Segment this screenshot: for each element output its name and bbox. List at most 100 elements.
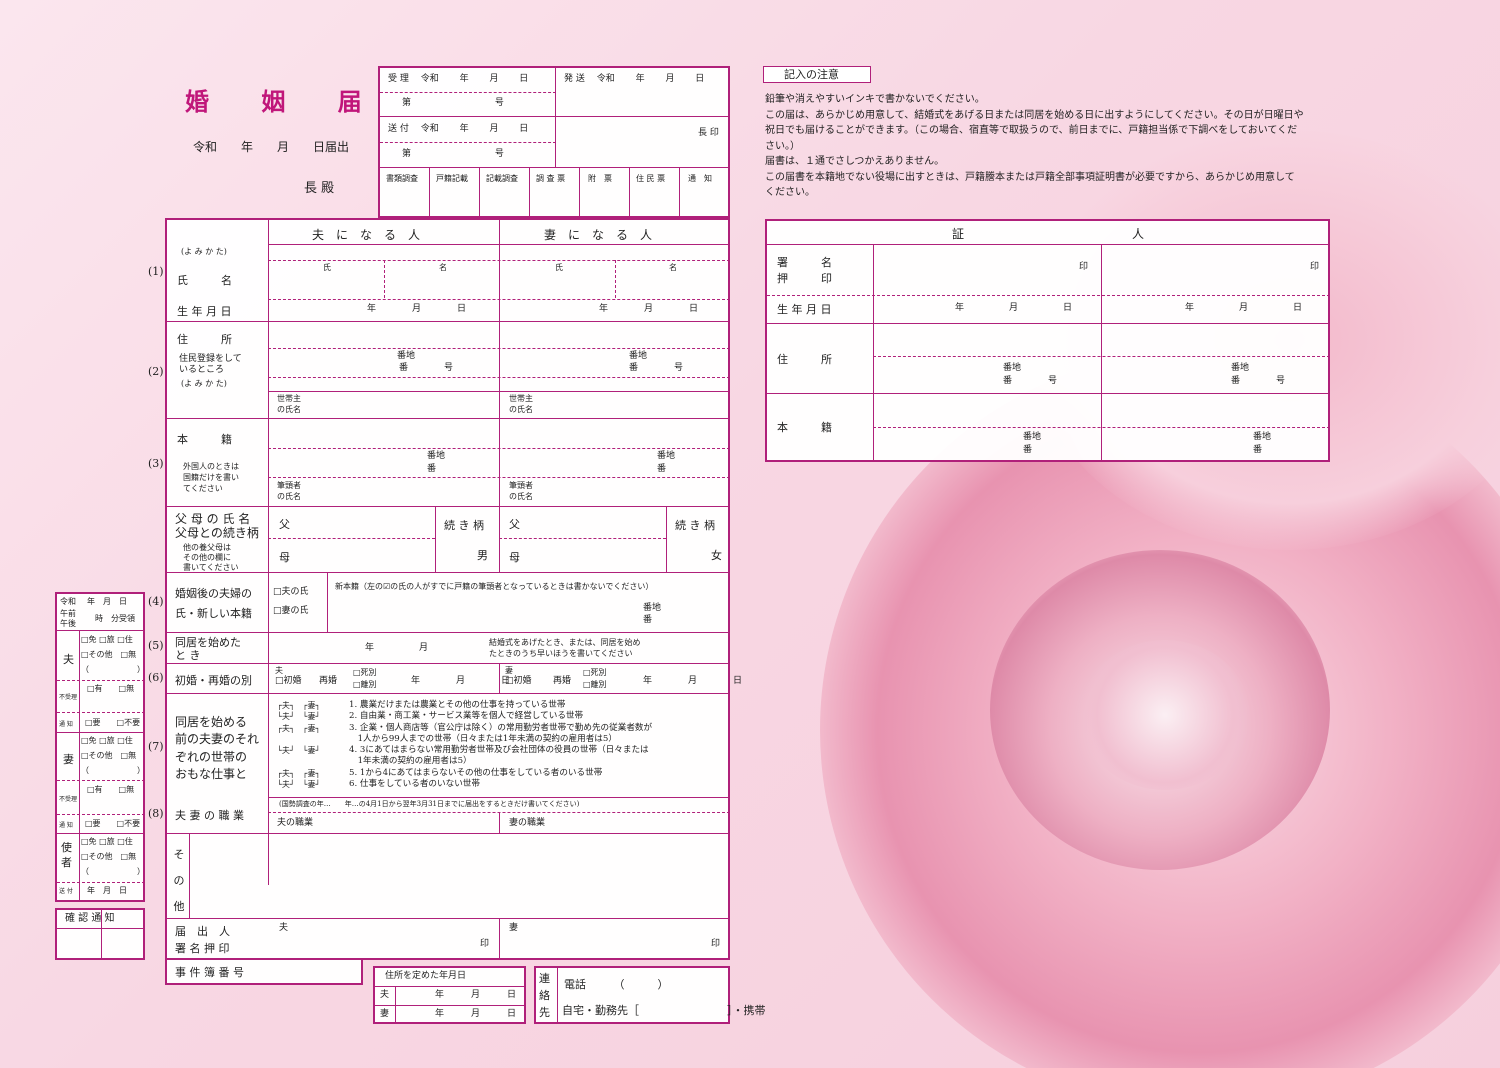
side-am: 午前: [60, 609, 76, 618]
witness2-banchi: 番地: [1253, 432, 1272, 442]
husband-address-ymd: 年 月 日: [435, 990, 517, 1000]
section-number: (8): [148, 807, 164, 820]
witness2-banchi: 番地: [1231, 363, 1250, 373]
side-need[interactable]: □要 □不要: [85, 719, 140, 727]
note-line: 鉛筆や消えやすいインキで書かないでください。: [765, 94, 985, 105]
wife-birth-date: 年 月 日: [599, 304, 699, 314]
phone-field[interactable]: 電話 （ ）: [564, 979, 669, 990]
side-husband: 夫: [63, 653, 74, 666]
home-work-field[interactable]: 自宅・勤務先［ ］・携帯: [562, 1005, 766, 1016]
wife-sign: 妻: [509, 923, 519, 933]
side-options[interactable]: □その他 □無: [81, 853, 136, 861]
husband-header: 夫 に な る 人: [312, 228, 421, 242]
witness1-ban: 番: [1023, 445, 1033, 455]
head-of-family: の氏名: [277, 492, 301, 501]
name-label: 氏 名: [177, 274, 232, 287]
husband-remarriage: 再婚: [319, 676, 338, 686]
side-sent-date: 年 月 日: [87, 886, 127, 895]
main-form: 夫 に な る 人 妻 に な る 人 (よ み か た) 氏 名 生 年 月 …: [165, 218, 742, 960]
husband-first-marriage[interactable]: □初婚: [275, 677, 302, 686]
signer-label: 届 出 人: [175, 925, 230, 938]
delivered-number: 第 号: [402, 149, 504, 159]
witness1-banchi: 番地: [1003, 363, 1022, 373]
side-options[interactable]: □免 □旅 □住: [81, 737, 133, 745]
side-options[interactable]: □その他 □無: [81, 651, 136, 659]
wife-first-marriage[interactable]: □初婚: [505, 677, 532, 686]
address-label: 住 所: [177, 333, 232, 346]
received-date: 受 理 令和 年 月 日: [388, 74, 529, 84]
check-notify: 通 知: [688, 174, 712, 183]
case-number-label: 事 件 簿 番 号: [175, 966, 244, 979]
foreign-note: 国籍だけを書い: [183, 473, 239, 482]
side-paren: （ ）: [81, 766, 145, 775]
witness-title: 証 人: [952, 227, 1145, 241]
surname-label: 婚姻後の夫婦の: [175, 587, 252, 600]
notes-text: 鉛筆や消えやすいインキで書かないでください。 この届は、あらかじめ用意して、結婚…: [765, 92, 1335, 201]
relation-label: 続 き 柄: [444, 519, 484, 532]
side-have[interactable]: □有 □無: [87, 786, 134, 794]
wife-prev-date: 年 月 日: [643, 676, 743, 686]
delivered-date: 送 付 令和 年 月 日: [388, 124, 529, 134]
wife-header: 妻 に な る 人: [544, 228, 653, 242]
wife-divorced[interactable]: □離別: [583, 681, 607, 689]
husband-prev-date: 年 月 日: [411, 676, 511, 686]
wife-mother: 母: [509, 551, 520, 564]
side-wife: 妻: [63, 753, 74, 766]
side-reception-column: 令和 年 月 日 午前 午後 時 分受領 夫 □免 □旅 □住 □その他 □無 …: [55, 592, 145, 902]
work-label: ぞれの世帯の: [175, 750, 248, 764]
side-options[interactable]: □その他 □無: [81, 752, 136, 760]
wife-given-label: 名: [669, 263, 677, 272]
recipient: 長 殿: [304, 181, 335, 196]
contact-box: 連絡先 電話 （ ） 自宅・勤務先［ ］・携帯: [534, 966, 766, 1024]
ban: 番: [643, 615, 653, 625]
confirm-label: 確 認 通 知: [65, 913, 115, 924]
husband-mother: 母: [279, 551, 290, 564]
side-notify: 通 知: [59, 822, 73, 829]
section-number: (4): [148, 595, 164, 608]
side-need[interactable]: □要 □不要: [85, 820, 140, 828]
sent-date: 発 送 令和 年 月 日: [564, 74, 705, 84]
section-number: (2): [148, 365, 164, 378]
cohabit-date: 年 月: [365, 643, 429, 653]
witness2-ban: 番: [1253, 445, 1263, 455]
side-paren: （ ）: [81, 867, 145, 876]
banchi: 番地: [397, 351, 416, 361]
side-have[interactable]: □有 □無: [87, 685, 134, 693]
chief-seal: 長 印: [698, 128, 719, 138]
work-checkboxes[interactable]: ┌夫┐ ┌妻┐ └夫┘ └妻┘ ┌夫┐ ┌妻┐ └夫┘ └妻┘ ┌夫┐ ┌妻┐ └夫┘…: [277, 700, 347, 795]
contact-label: 連絡先: [539, 972, 550, 1019]
notes-heading-box: 記入の注意: [763, 66, 871, 83]
husband-seal: 印: [480, 939, 490, 949]
section-number: (7): [148, 740, 164, 753]
husband-surname-label: 氏: [323, 263, 331, 272]
husband-bereaved[interactable]: □死別: [353, 669, 377, 677]
work-items: 1. 農業だけまたは農業とその他の仕事を持っている世帯 2. 自由業・商工業・サ…: [349, 700, 653, 790]
witness-honseki-label: 本 籍: [777, 421, 832, 434]
side-options[interactable]: □免 □旅 □住: [81, 838, 133, 846]
witness1-ban-go: 番 号: [1003, 376, 1058, 386]
new-honseki-note: 新本籍（左の☑の氏の人がすでに戸籍の筆頭者となっているときは書かないでください）: [335, 582, 654, 591]
husband-surname-checkbox[interactable]: □夫の氏: [273, 588, 309, 597]
occupation-label: 夫 妻 の 職 業: [175, 809, 244, 822]
side-options[interactable]: □免 □旅 □住: [81, 636, 133, 644]
notes-heading: 記入の注意: [784, 68, 839, 81]
address-date-box: 住所を定めた年月日 夫 年 月 日 妻 年 月 日: [373, 966, 526, 1024]
honseki-label: 本 籍: [177, 433, 232, 446]
husband-divorced[interactable]: □離別: [353, 681, 377, 689]
ban-go: 番 号: [399, 363, 454, 373]
wife-surname-checkbox[interactable]: □妻の氏: [273, 607, 309, 616]
side-notify: 通 知: [59, 721, 73, 728]
note-line: この届書を本籍地でない役場に出すときは、戸籍謄本または戸籍全部事項証明書が必要で…: [765, 171, 1295, 183]
section-number: (6): [148, 671, 164, 684]
wife-occupation: 妻の職業: [509, 818, 546, 828]
wife-mark: 妻: [505, 666, 513, 675]
wife-bereaved[interactable]: □死別: [583, 669, 607, 677]
parents-label: 父 母 の 氏 名: [175, 512, 251, 526]
case-number-box: 事 件 簿 番 号: [165, 960, 363, 985]
head-of-family: の氏名: [509, 492, 533, 501]
witness2-birth: 年 月 日: [1185, 303, 1303, 313]
householder: 世帯主: [509, 394, 533, 403]
side-unused: 不受理: [59, 796, 78, 803]
side-paren: （ ）: [81, 665, 145, 674]
husband-mark: 夫: [275, 666, 283, 675]
